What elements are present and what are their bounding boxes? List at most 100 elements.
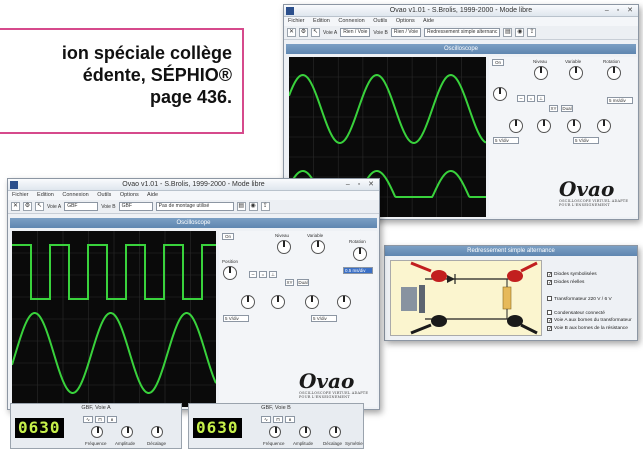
checked-icon: ✓ (547, 326, 553, 332)
volt-a-select[interactable]: 5 V/div (223, 315, 249, 322)
scope-icon[interactable]: ◉ (248, 202, 258, 211)
export-icon[interactable]: ⇪ (527, 28, 537, 37)
menu-connexion[interactable]: Connexion (338, 18, 364, 24)
menu-options[interactable]: Options (120, 192, 139, 198)
decalage-knob[interactable] (329, 426, 341, 438)
volt-a-select[interactable]: 5 V/div (493, 137, 519, 144)
decalage-label: Décalage (323, 441, 343, 446)
offset-a-knob[interactable] (271, 295, 285, 309)
variable-knob[interactable] (569, 66, 583, 80)
position-knob[interactable] (223, 266, 237, 280)
close-icon[interactable]: ✕ (11, 202, 20, 211)
menu-fichier[interactable]: Fichier (12, 192, 29, 198)
menu-aide[interactable]: Aide (423, 18, 434, 24)
voie-b-select[interactable]: GBF (118, 202, 153, 211)
toolbar: ✕ ⚙ ↖ Voie A Rien / Voie Voie B Rien / V… (284, 26, 638, 40)
on-button[interactable]: On (492, 59, 504, 66)
export-icon[interactable]: ⇪ (260, 202, 270, 211)
callout-line-1: ion spéciale collège (61, 43, 232, 63)
chart-icon[interactable]: ▤ (236, 202, 246, 211)
waveform-square-button[interactable]: ⊓ (95, 416, 105, 423)
checked-icon: ✓ (547, 272, 553, 278)
frequence-knob[interactable] (91, 426, 103, 438)
probe-black-a-icon (431, 315, 447, 327)
scope-icon[interactable]: ◉ (515, 28, 525, 37)
decalage-knob[interactable] (151, 426, 163, 438)
menu-connexion[interactable]: Connexion (62, 192, 88, 198)
rotation-knob[interactable] (353, 247, 367, 261)
montage-select[interactable]: Redressement simple alternanc (424, 28, 501, 37)
niveau-knob[interactable] (534, 66, 548, 80)
niveau-label: Niveau (275, 233, 290, 238)
voie-a-select[interactable]: GBF (64, 202, 99, 211)
option-checkbox[interactable]: ✓ Diodes symbolisées (547, 272, 597, 278)
callout-line-2: édente, SÉPHIO® (82, 65, 232, 85)
menu-fichier[interactable]: Fichier (288, 18, 305, 24)
option-checkbox[interactable]: ✓ Voie A aux bornes du transformateur (547, 318, 632, 324)
position-knob[interactable] (493, 87, 507, 101)
menu-outils[interactable]: Outils (97, 192, 111, 198)
gbf-panel-voie-a: GBF, Voie A 0630 ∿ ⊓ ∧ Fréquence Amplitu… (10, 403, 182, 449)
voie-a-knob[interactable] (509, 119, 523, 133)
option-checkbox[interactable]: Transformateur 220 V / 6 V (547, 296, 612, 302)
scope-grid (12, 231, 216, 407)
variable-knob[interactable] (311, 240, 325, 254)
coupling-button-2[interactable]: = (259, 271, 267, 278)
cursor-icon[interactable]: ↖ (311, 28, 320, 37)
mode-button-dual[interactable]: Dual (297, 279, 309, 286)
mode-button-xy[interactable]: XY (285, 279, 294, 286)
offset-a-knob[interactable] (537, 119, 551, 133)
rotation-knob[interactable] (607, 66, 621, 80)
mode-button-dual[interactable]: Dual (561, 105, 573, 112)
frequence-knob[interactable] (269, 426, 281, 438)
waveform-square-button[interactable]: ⊓ (273, 416, 283, 423)
menu-options[interactable]: Options (396, 18, 415, 24)
waveform-triangle-button[interactable]: ∧ (107, 416, 117, 423)
coupling-button-3[interactable]: ⊥ (269, 271, 277, 278)
amplitude-knob[interactable] (299, 426, 311, 438)
coupling-button-3[interactable]: ⊥ (537, 95, 545, 102)
voie-b-knob[interactable] (305, 295, 319, 309)
timebase-select[interactable]: 0.5 ms/div (343, 267, 373, 274)
waveform-triangle-button[interactable]: ∧ (285, 416, 295, 423)
close-icon[interactable]: ✕ (287, 28, 296, 37)
waveform-sine-button[interactable]: ∿ (83, 416, 93, 423)
window-controls[interactable]: – ▫ ✕ (346, 179, 377, 191)
niveau-knob[interactable] (277, 240, 291, 254)
voie-a-label: Voie A (323, 29, 338, 36)
montage-select[interactable]: Pas de montage utilisé (155, 202, 234, 211)
menu-outils[interactable]: Outils (373, 18, 387, 24)
cursor-icon[interactable]: ↖ (35, 202, 44, 211)
gbf-b-title: GBF, Voie B (261, 405, 291, 411)
checked-icon: ✓ (547, 280, 553, 286)
menu-aide[interactable]: Aide (147, 192, 158, 198)
coupling-button-2[interactable]: = (527, 95, 535, 102)
volt-b-select[interactable]: 5 V/div (311, 315, 337, 322)
voie-a-knob[interactable] (241, 295, 255, 309)
option-checkbox[interactable]: ✓ Diodes réelles (547, 280, 584, 286)
on-button[interactable]: On (222, 233, 234, 240)
callout-line-3: page 436. (149, 87, 232, 107)
probe-red-b-icon (507, 270, 523, 282)
chart-icon[interactable]: ▤ (503, 28, 513, 37)
tools-icon[interactable]: ⚙ (23, 202, 32, 211)
coupling-button-1[interactable]: ∼ (249, 271, 257, 278)
offset-b-knob[interactable] (337, 295, 351, 309)
waveform-sine-button[interactable]: ∿ (261, 416, 271, 423)
volt-b-select[interactable]: 5 V/div (573, 137, 599, 144)
timebase-select[interactable]: 5 ms/div (607, 97, 633, 104)
menu-edition[interactable]: Edition (313, 18, 330, 24)
voie-b-select[interactable]: Rien / Voie (390, 28, 422, 37)
mode-button-xy[interactable]: XY (549, 105, 558, 112)
unchecked-icon (547, 310, 552, 315)
menu-edition[interactable]: Edition (37, 192, 54, 198)
offset-b-knob[interactable] (597, 119, 611, 133)
voie-b-knob[interactable] (567, 119, 581, 133)
coupling-button-1[interactable]: ∼ (517, 95, 525, 102)
window-controls[interactable]: – ▫ ✕ (605, 5, 636, 17)
voie-a-select[interactable]: Rien / Voie (340, 28, 371, 37)
tools-icon[interactable]: ⚙ (299, 28, 308, 37)
option-checkbox[interactable]: ✓ Voie B aux bornes de la résistance (547, 326, 628, 332)
amplitude-knob[interactable] (121, 426, 133, 438)
option-checkbox[interactable]: Condensateur connecté (547, 310, 605, 316)
